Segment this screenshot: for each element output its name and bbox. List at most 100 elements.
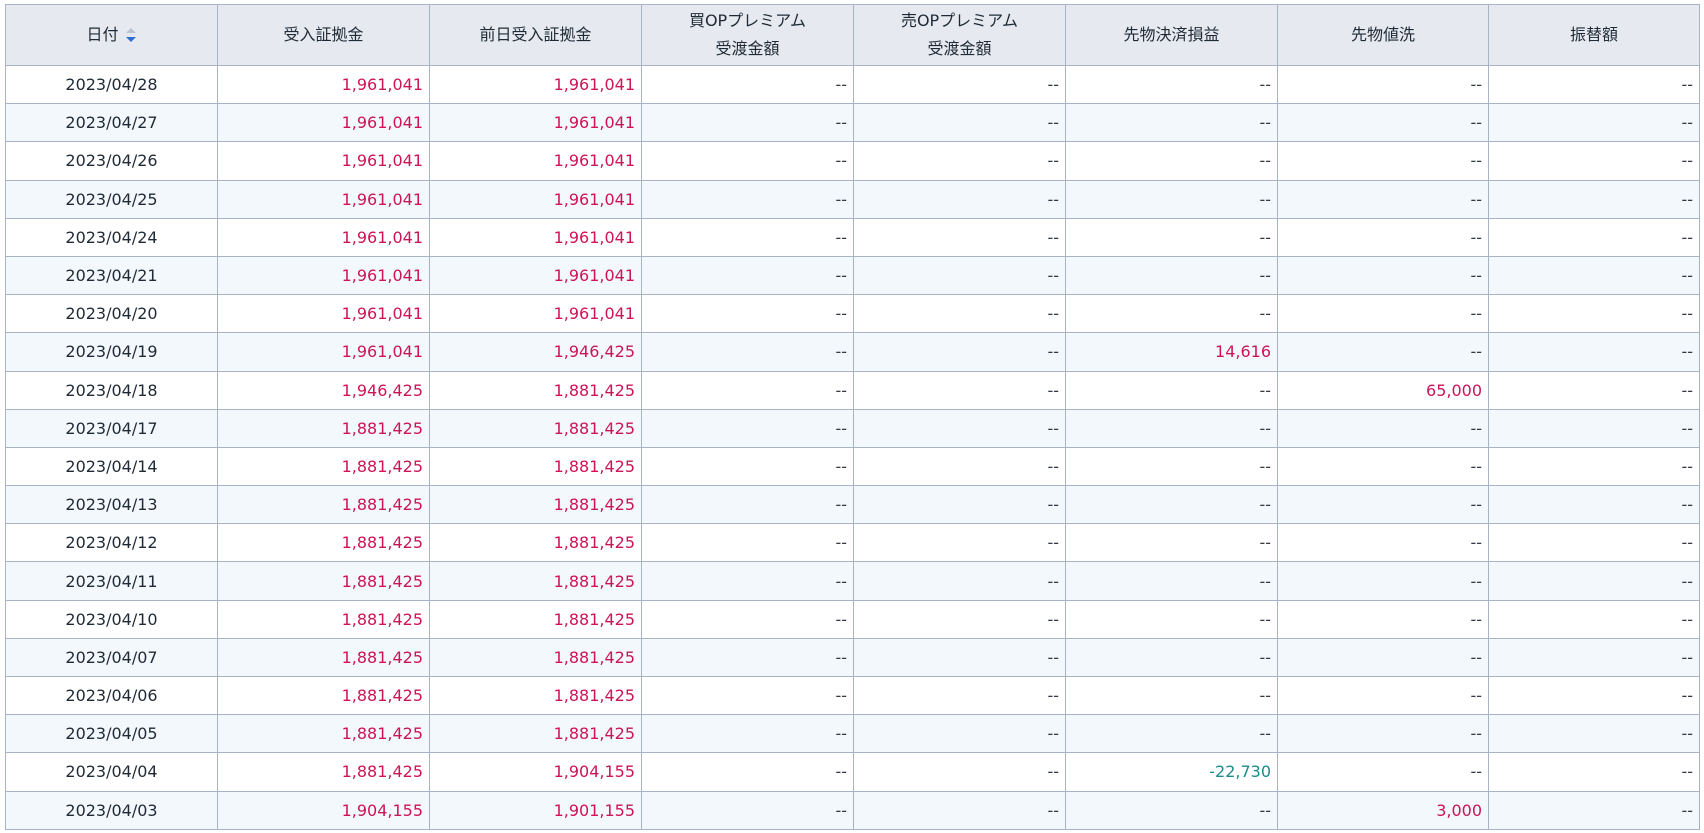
table-row: 2023/04/25 1,961,041 1,961,041 -- -- -- -- -- bbox=[5, 179, 1700, 219]
cell-sell-op: -- bbox=[853, 179, 1066, 219]
cell-sell-op: -- bbox=[853, 714, 1066, 754]
cell-date: 2023/04/13 bbox=[5, 485, 218, 525]
sort-descending-icon[interactable] bbox=[125, 26, 137, 44]
cell-date: 2023/04/07 bbox=[5, 637, 218, 678]
cell-prev-deposit: 1,904,155 bbox=[429, 752, 642, 792]
table-row: 2023/04/21 1,961,041 1,961,041 -- -- -- -- -- bbox=[5, 255, 1700, 296]
cell-buy-op: -- bbox=[641, 294, 854, 334]
cell-futures-pl: -- bbox=[1065, 446, 1278, 487]
cell-transfer: -- bbox=[1488, 790, 1700, 830]
cell-prev-deposit: 1,881,425 bbox=[429, 599, 642, 639]
cell-futures-pl: -- bbox=[1065, 141, 1278, 181]
column-header-prev-deposit: 前日受入証拠金 bbox=[429, 4, 642, 66]
cell-transfer: -- bbox=[1488, 255, 1700, 296]
cell-futures-mtm: 3,000 bbox=[1277, 790, 1489, 830]
cell-date: 2023/04/20 bbox=[5, 294, 218, 334]
cell-futures-mtm: -- bbox=[1277, 217, 1489, 257]
cell-transfer: -- bbox=[1488, 141, 1700, 181]
table-row: 2023/04/11 1,881,425 1,881,425 -- -- -- -- -- bbox=[5, 561, 1700, 601]
cell-transfer: -- bbox=[1488, 64, 1700, 105]
table-row: 2023/04/07 1,881,425 1,881,425 -- -- -- -- -- bbox=[5, 637, 1700, 678]
cell-transfer: -- bbox=[1488, 408, 1700, 448]
table-row: 2023/04/18 1,946,425 1,881,425 -- -- -- 65,000… bbox=[5, 370, 1700, 410]
column-header-label: 買OPプレミアム bbox=[688, 11, 807, 30]
cell-deposit: 1,904,155 bbox=[217, 790, 430, 830]
cell-date: 2023/04/19 bbox=[5, 332, 218, 372]
column-header-date[interactable]: 日付 bbox=[5, 4, 218, 66]
cell-date: 2023/04/24 bbox=[5, 217, 218, 257]
cell-transfer: -- bbox=[1488, 637, 1700, 678]
cell-futures-pl: -- bbox=[1065, 714, 1278, 754]
cell-buy-op: -- bbox=[641, 64, 854, 105]
cell-sell-op: -- bbox=[853, 675, 1066, 716]
column-header-label: 受渡金額 bbox=[715, 39, 780, 58]
cell-prev-deposit: 1,961,041 bbox=[429, 294, 642, 334]
column-header-transfer: 振替額 bbox=[1488, 4, 1700, 66]
cell-deposit: 1,881,425 bbox=[217, 599, 430, 639]
cell-deposit: 1,961,041 bbox=[217, 255, 430, 296]
cell-prev-deposit: 1,901,155 bbox=[429, 790, 642, 830]
cell-sell-op: -- bbox=[853, 294, 1066, 334]
cell-deposit: 1,881,425 bbox=[217, 752, 430, 792]
cell-sell-op: -- bbox=[853, 790, 1066, 830]
cell-futures-pl: -- bbox=[1065, 675, 1278, 716]
cell-prev-deposit: 1,961,041 bbox=[429, 103, 642, 143]
table-row: 2023/04/10 1,881,425 1,881,425 -- -- -- -- -- bbox=[5, 599, 1700, 639]
cell-sell-op: -- bbox=[853, 599, 1066, 639]
table-row: 2023/04/06 1,881,425 1,881,425 -- -- -- -- -- bbox=[5, 675, 1700, 716]
cell-prev-deposit: 1,881,425 bbox=[429, 714, 642, 754]
cell-transfer: -- bbox=[1488, 179, 1700, 219]
cell-transfer: -- bbox=[1488, 523, 1700, 563]
cell-transfer: -- bbox=[1488, 561, 1700, 601]
cell-sell-op: -- bbox=[853, 561, 1066, 601]
cell-prev-deposit: 1,961,041 bbox=[429, 64, 642, 105]
cell-sell-op: -- bbox=[853, 523, 1066, 563]
cell-date: 2023/04/14 bbox=[5, 446, 218, 487]
cell-sell-op: -- bbox=[853, 103, 1066, 143]
cell-deposit: 1,961,041 bbox=[217, 217, 430, 257]
cell-deposit: 1,961,041 bbox=[217, 141, 430, 181]
column-header-deposit: 受入証拠金 bbox=[217, 4, 430, 66]
table-body: 2023/04/28 1,961,041 1,961,041 -- -- -- -- -- 20… bbox=[5, 64, 1700, 830]
column-header-label: 受入証拠金 bbox=[283, 25, 364, 44]
cell-deposit: 1,881,425 bbox=[217, 446, 430, 487]
cell-date: 2023/04/10 bbox=[5, 599, 218, 639]
table-row: 2023/04/24 1,961,041 1,961,041 -- -- -- -- -- bbox=[5, 217, 1700, 257]
cell-buy-op: -- bbox=[641, 790, 854, 830]
cell-date: 2023/04/26 bbox=[5, 141, 218, 181]
cell-prev-deposit: 1,881,425 bbox=[429, 523, 642, 563]
cell-date: 2023/04/04 bbox=[5, 752, 218, 792]
cell-sell-op: -- bbox=[853, 370, 1066, 410]
cell-prev-deposit: 1,881,425 bbox=[429, 637, 642, 678]
cell-date: 2023/04/05 bbox=[5, 714, 218, 754]
cell-transfer: -- bbox=[1488, 675, 1700, 716]
cell-date: 2023/04/28 bbox=[5, 64, 218, 105]
table-row: 2023/04/26 1,961,041 1,961,041 -- -- -- -- -- bbox=[5, 141, 1700, 181]
column-header-label: 先物決済損益 bbox=[1123, 25, 1220, 44]
cell-futures-pl: 14,616 bbox=[1065, 332, 1278, 372]
cell-buy-op: -- bbox=[641, 485, 854, 525]
cell-transfer: -- bbox=[1488, 446, 1700, 487]
cell-buy-op: -- bbox=[641, 446, 854, 487]
cell-transfer: -- bbox=[1488, 217, 1700, 257]
cell-sell-op: -- bbox=[853, 408, 1066, 448]
cell-futures-mtm: 65,000 bbox=[1277, 370, 1489, 410]
cell-prev-deposit: 1,961,041 bbox=[429, 141, 642, 181]
table-row: 2023/04/04 1,881,425 1,904,155 -- -- -22,730-… bbox=[5, 752, 1700, 792]
table-row: 2023/04/03 1,904,155 1,901,155 -- -- -- 3,000-… bbox=[5, 790, 1700, 830]
cell-prev-deposit: 1,961,041 bbox=[429, 217, 642, 257]
table-row: 2023/04/17 1,881,425 1,881,425 -- -- -- -- -- bbox=[5, 408, 1700, 448]
cell-transfer: -- bbox=[1488, 714, 1700, 754]
cell-deposit: 1,961,041 bbox=[217, 179, 430, 219]
column-header-label: 先物値洗 bbox=[1350, 25, 1415, 44]
cell-buy-op: -- bbox=[641, 714, 854, 754]
cell-futures-pl: -- bbox=[1065, 790, 1278, 830]
cell-sell-op: -- bbox=[853, 446, 1066, 487]
cell-futures-mtm: -- bbox=[1277, 599, 1489, 639]
cell-prev-deposit: 1,881,425 bbox=[429, 370, 642, 410]
table-row: 2023/04/12 1,881,425 1,881,425 -- -- -- -- -- bbox=[5, 523, 1700, 563]
column-header-label: 受渡金額 bbox=[927, 39, 992, 58]
cell-futures-mtm: -- bbox=[1277, 408, 1489, 448]
cell-sell-op: -- bbox=[853, 255, 1066, 296]
cell-futures-pl: -- bbox=[1065, 294, 1278, 334]
